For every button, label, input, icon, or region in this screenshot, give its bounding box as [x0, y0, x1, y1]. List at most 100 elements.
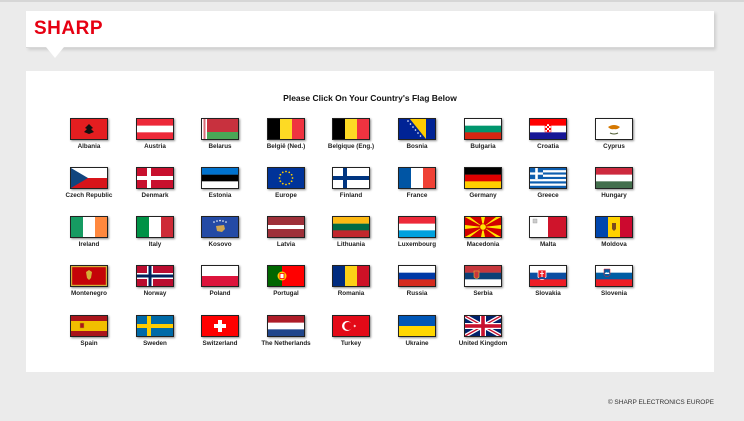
- belgium-flag-icon[interactable]: [267, 118, 305, 140]
- country-label[interactable]: Latvia: [253, 241, 319, 248]
- belarus-flag-icon[interactable]: [201, 118, 239, 140]
- italy-flag-icon[interactable]: [136, 216, 174, 238]
- country-france[interactable]: France: [384, 167, 450, 213]
- country-label[interactable]: Estonia: [187, 192, 253, 199]
- country-label[interactable]: Bosnia: [384, 143, 450, 150]
- country-moldova[interactable]: Moldova: [581, 216, 647, 262]
- country-label[interactable]: Czech Republic: [56, 192, 122, 199]
- hungary-flag-icon[interactable]: [595, 167, 633, 189]
- country-croatia[interactable]: Croatia: [515, 118, 581, 164]
- cyprus-flag-icon[interactable]: [595, 118, 633, 140]
- country-belgique-eng[interactable]: Belgique (Eng.): [318, 118, 384, 164]
- montenegro-flag-icon[interactable]: [70, 265, 108, 287]
- country-label[interactable]: Slovakia: [515, 290, 581, 297]
- country-label[interactable]: Serbia: [450, 290, 516, 297]
- country-europe[interactable]: Europe: [253, 167, 319, 213]
- country-label[interactable]: Ukraine: [384, 340, 450, 347]
- country-italy[interactable]: Italy: [122, 216, 188, 262]
- country-macedonia[interactable]: Macedonia: [450, 216, 516, 262]
- country-label[interactable]: Spain: [56, 340, 122, 347]
- country-slovenia[interactable]: Slovenia: [581, 265, 647, 311]
- belgium-flag-icon[interactable]: [332, 118, 370, 140]
- country-label[interactable]: Austria: [122, 143, 188, 150]
- sweden-flag-icon[interactable]: [136, 315, 174, 337]
- country-montenegro[interactable]: Montenegro: [56, 265, 122, 311]
- bosnia-flag-icon[interactable]: [398, 118, 436, 140]
- country-lithuania[interactable]: Lithuania: [318, 216, 384, 262]
- country-label[interactable]: Belgique (Eng.): [318, 143, 384, 150]
- russia-flag-icon[interactable]: [398, 265, 436, 287]
- country-label[interactable]: Belarus: [187, 143, 253, 150]
- country-albania[interactable]: Albania: [56, 118, 122, 164]
- country-norway[interactable]: Norway: [122, 265, 188, 311]
- spain-flag-icon[interactable]: [70, 315, 108, 337]
- finland-flag-icon[interactable]: [332, 167, 370, 189]
- netherlands-flag-icon[interactable]: [267, 315, 305, 337]
- lithuania-flag-icon[interactable]: [332, 216, 370, 238]
- france-flag-icon[interactable]: [398, 167, 436, 189]
- country-hungary[interactable]: Hungary: [581, 167, 647, 213]
- sharp-logo[interactable]: SHARP: [34, 18, 103, 40]
- estonia-flag-icon[interactable]: [201, 167, 239, 189]
- switzerland-flag-icon[interactable]: [201, 315, 239, 337]
- country-label[interactable]: Switzerland: [187, 340, 253, 347]
- slovenia-flag-icon[interactable]: [595, 265, 633, 287]
- country-the-netherlands[interactable]: The Netherlands: [253, 315, 319, 361]
- country-belgi-ned[interactable]: België (Ned.): [253, 118, 319, 164]
- germany-flag-icon[interactable]: [464, 167, 502, 189]
- denmark-flag-icon[interactable]: [136, 167, 174, 189]
- country-label[interactable]: Kosovo: [187, 241, 253, 248]
- country-sweden[interactable]: Sweden: [122, 315, 188, 361]
- romania-flag-icon[interactable]: [332, 265, 370, 287]
- country-label[interactable]: Sweden: [122, 340, 188, 347]
- norway-flag-icon[interactable]: [136, 265, 174, 287]
- czech-flag-icon[interactable]: [70, 167, 108, 189]
- country-label[interactable]: Montenegro: [56, 290, 122, 297]
- country-poland[interactable]: Poland: [187, 265, 253, 311]
- country-malta[interactable]: Malta: [515, 216, 581, 262]
- country-label[interactable]: Hungary: [581, 192, 647, 199]
- country-label[interactable]: Bulgaria: [450, 143, 516, 150]
- country-label[interactable]: Luxembourg: [384, 241, 450, 248]
- country-label[interactable]: Slovenia: [581, 290, 647, 297]
- country-label[interactable]: Croatia: [515, 143, 581, 150]
- country-label[interactable]: België (Ned.): [253, 143, 319, 150]
- kosovo-flag-icon[interactable]: [201, 216, 239, 238]
- greece-flag-icon[interactable]: [529, 167, 567, 189]
- country-label[interactable]: France: [384, 192, 450, 199]
- country-label[interactable]: Europe: [253, 192, 319, 199]
- luxembourg-flag-icon[interactable]: [398, 216, 436, 238]
- country-label[interactable]: Russia: [384, 290, 450, 297]
- country-serbia[interactable]: Serbia: [450, 265, 516, 311]
- austria-flag-icon[interactable]: [136, 118, 174, 140]
- country-portugal[interactable]: Portugal: [253, 265, 319, 311]
- poland-flag-icon[interactable]: [201, 265, 239, 287]
- country-ireland[interactable]: Ireland: [56, 216, 122, 262]
- bulgaria-flag-icon[interactable]: [464, 118, 502, 140]
- country-label[interactable]: United Kingdom: [450, 340, 516, 347]
- country-kosovo[interactable]: Kosovo: [187, 216, 253, 262]
- country-ukraine[interactable]: Ukraine: [384, 315, 450, 361]
- country-denmark[interactable]: Denmark: [122, 167, 188, 213]
- ireland-flag-icon[interactable]: [70, 216, 108, 238]
- country-greece[interactable]: Greece: [515, 167, 581, 213]
- country-turkey[interactable]: Turkey: [318, 315, 384, 361]
- country-label[interactable]: Italy: [122, 241, 188, 248]
- country-label[interactable]: Macedonia: [450, 241, 516, 248]
- moldova-flag-icon[interactable]: [595, 216, 633, 238]
- latvia-flag-icon[interactable]: [267, 216, 305, 238]
- country-label[interactable]: Moldova: [581, 241, 647, 248]
- country-label[interactable]: Finland: [318, 192, 384, 199]
- europe-flag-icon[interactable]: [267, 167, 305, 189]
- country-luxembourg[interactable]: Luxembourg: [384, 216, 450, 262]
- country-czech-republic[interactable]: Czech Republic: [56, 167, 122, 213]
- country-label[interactable]: Albania: [56, 143, 122, 150]
- country-switzerland[interactable]: Switzerland: [187, 315, 253, 361]
- country-label[interactable]: Portugal: [253, 290, 319, 297]
- country-slovakia[interactable]: Slovakia: [515, 265, 581, 311]
- country-spain[interactable]: Spain: [56, 315, 122, 361]
- country-label[interactable]: Malta: [515, 241, 581, 248]
- country-finland[interactable]: Finland: [318, 167, 384, 213]
- country-label[interactable]: Turkey: [318, 340, 384, 347]
- country-bulgaria[interactable]: Bulgaria: [450, 118, 516, 164]
